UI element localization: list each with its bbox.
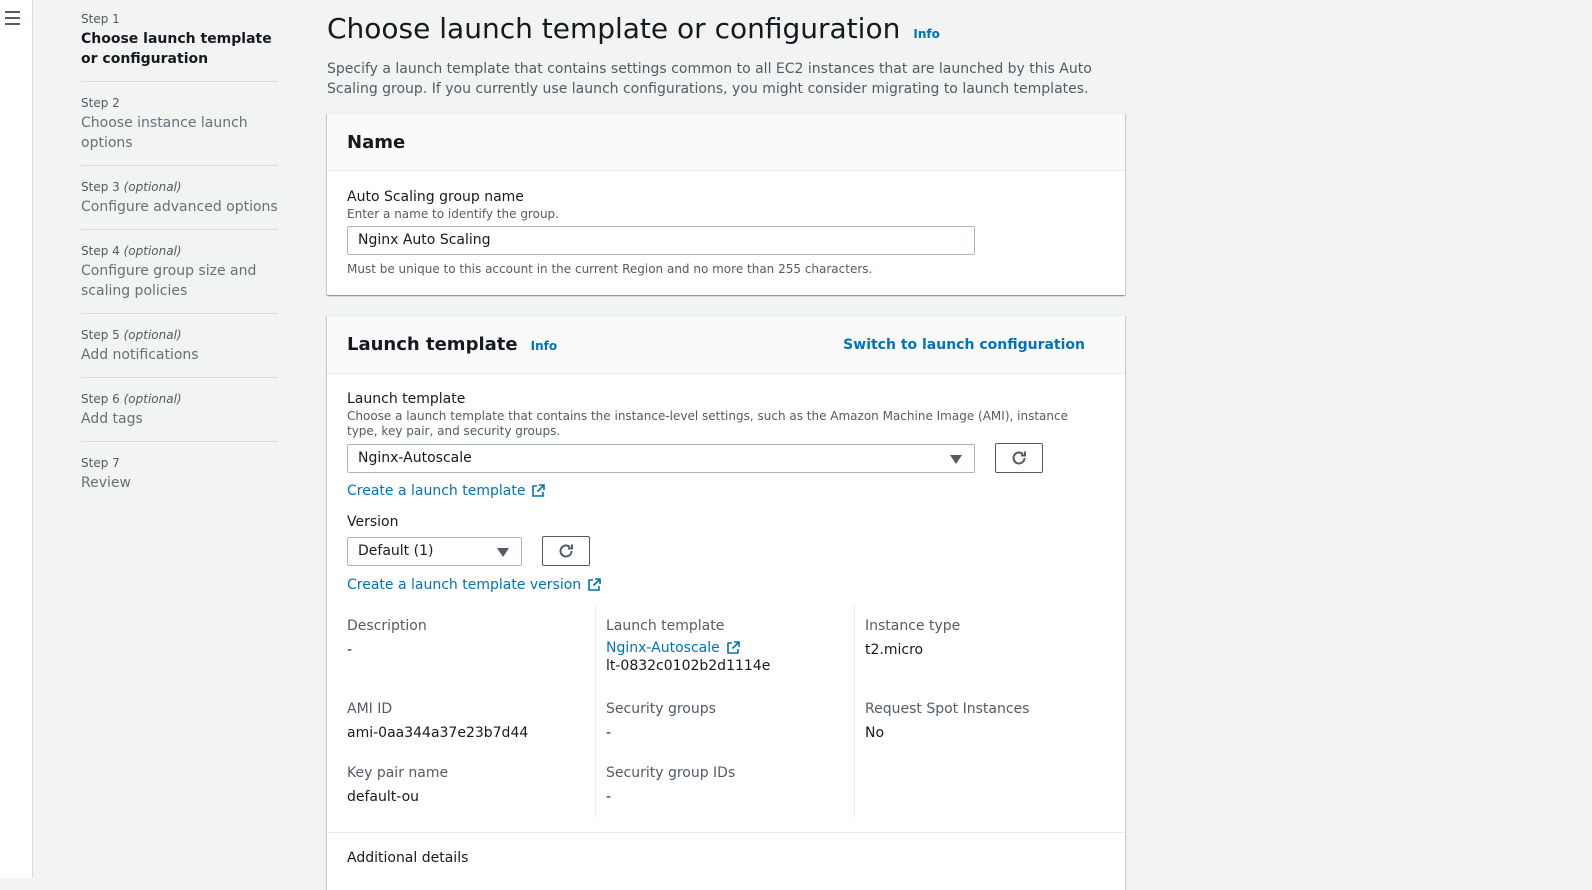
wizard-steps: Step 1 Choose launch template or configu… — [81, 11, 278, 518]
detail-value: ami-0aa344a37e23b7d44 — [347, 725, 529, 741]
step-title: Choose instance launch options — [81, 115, 248, 151]
group-name-input[interactable]: Nginx Auto Scaling — [347, 226, 975, 255]
page-description: Specify a launch template that contains … — [327, 61, 1092, 97]
panel-header: Launch template Info Switch to launch co… — [327, 316, 1125, 374]
link-label: Create a launch template version — [347, 577, 582, 593]
detail-instance-type: Instance type t2.micro — [865, 616, 960, 660]
create-launch-template-link[interactable]: Create a launch template — [347, 483, 546, 499]
step-title: Review — [81, 475, 131, 491]
step-6[interactable]: Step 6 (optional) Add tags — [81, 391, 278, 442]
page-header: Choose launch template or configuration … — [327, 11, 1125, 47]
launch-template-id: lt-0832c0102b2d1114e — [606, 658, 771, 674]
side-rail — [0, 0, 33, 878]
link-label: Create a launch template — [347, 483, 526, 499]
external-link-icon — [532, 484, 546, 497]
column-divider — [854, 605, 855, 818]
detail-security-groups: Security groups - — [606, 699, 716, 743]
step-number: Step 1 — [81, 12, 120, 26]
refresh-icon — [1012, 451, 1026, 465]
detail-label: Launch template — [606, 618, 725, 634]
switch-to-launch-configuration-link[interactable]: Switch to launch configuration — [843, 337, 1085, 353]
select-value: Default (1) — [358, 543, 434, 559]
field-label: Version — [347, 514, 399, 530]
detail-key-pair: Key pair name default-ou — [347, 763, 448, 807]
field-description: Choose a launch template that contains t… — [347, 409, 1068, 438]
launch-template-select[interactable]: Nginx-Autoscale — [347, 444, 975, 473]
detail-label: Key pair name — [347, 765, 449, 781]
additional-details-header[interactable]: Additional details — [347, 848, 468, 868]
section-divider — [327, 832, 1125, 833]
detail-request-spot: Request Spot Instances No — [865, 699, 1029, 743]
external-link-icon — [588, 578, 601, 591]
panel-title: Name — [347, 131, 406, 153]
step-3[interactable]: Step 3 (optional) Configure advanced opt… — [81, 179, 278, 230]
step-5[interactable]: Step 5 (optional) Add notifications — [81, 327, 278, 378]
caret-down-icon — [950, 455, 962, 464]
detail-value: - — [606, 789, 612, 805]
step-number: Step 3 (optional) — [81, 180, 182, 194]
refresh-templates-button[interactable] — [995, 443, 1043, 473]
detail-value: t2.micro — [865, 642, 924, 658]
create-launch-template-version-link[interactable]: Create a launch template version — [347, 577, 601, 593]
detail-label: Description — [347, 618, 427, 634]
refresh-versions-button[interactable] — [542, 536, 590, 566]
launch-template-panel: Launch template Info Switch to launch co… — [327, 315, 1125, 890]
field-constraint-hint: Must be unique to this account in the cu… — [347, 262, 873, 276]
step-number: Step 6 (optional) — [81, 392, 182, 406]
detail-label: AMI ID — [347, 701, 393, 717]
field-label: Auto Scaling group name — [347, 189, 524, 205]
name-panel: Name Auto Scaling group name Enter a nam… — [327, 113, 1125, 295]
step-number: Step 4 (optional) — [81, 244, 182, 258]
detail-value: - — [347, 642, 353, 658]
launch-template-detail-link[interactable]: Nginx-Autoscale — [606, 640, 740, 656]
detail-label: Security group IDs — [606, 765, 736, 781]
select-value: Nginx-Autoscale — [358, 450, 472, 466]
detail-ami-id: AMI ID ami-0aa344a37e23b7d44 — [347, 699, 528, 743]
refresh-icon — [559, 544, 573, 558]
detail-value: No — [865, 725, 885, 741]
link-label: Nginx-Autoscale — [606, 640, 720, 656]
step-1: Step 1 Choose launch template or configu… — [81, 11, 278, 82]
page-title: Choose launch template or configuration — [327, 12, 901, 45]
detail-value: default-ou — [347, 789, 420, 805]
detail-description: Description - — [347, 616, 427, 660]
step-2[interactable]: Step 2 Choose instance launch options — [81, 95, 278, 166]
detail-security-group-ids: Security group IDs - — [606, 763, 735, 807]
field-label: Launch template — [347, 391, 466, 407]
detail-value: - — [606, 725, 612, 741]
caret-down-icon — [497, 548, 509, 557]
step-title: Add notifications — [81, 347, 199, 363]
version-select[interactable]: Default (1) — [347, 537, 522, 566]
step-title: Configure advanced options — [81, 199, 278, 215]
step-title: Choose launch template or configuration — [81, 31, 272, 67]
column-divider — [595, 605, 596, 818]
detail-label: Security groups — [606, 701, 716, 717]
step-title: Add tags — [81, 411, 143, 427]
step-number: Step 2 — [81, 96, 120, 110]
step-number: Step 7 — [81, 456, 120, 470]
external-link-icon — [726, 641, 740, 654]
step-4[interactable]: Step 4 (optional) Configure group size a… — [81, 243, 278, 314]
info-link[interactable]: Info — [913, 27, 939, 41]
info-link[interactable]: Info — [531, 339, 557, 353]
step-number: Step 5 (optional) — [81, 328, 182, 342]
field-description: Enter a name to identify the group. — [347, 207, 559, 221]
detail-label: Request Spot Instances — [865, 701, 1030, 717]
hamburger-menu-icon[interactable] — [5, 11, 20, 25]
step-7[interactable]: Step 7 Review — [81, 455, 278, 505]
panel-header: Name — [327, 114, 1125, 171]
detail-launch-template: Launch template Nginx-Autoscale lt-0832c… — [606, 616, 770, 676]
panel-title: Launch template — [347, 334, 518, 355]
detail-label: Instance type — [865, 618, 961, 634]
step-title: Configure group size and scaling policie… — [81, 263, 257, 299]
